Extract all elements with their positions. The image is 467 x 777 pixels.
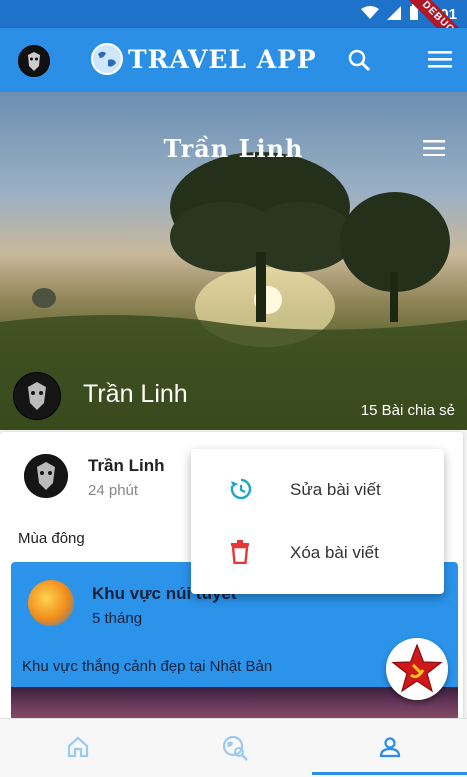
post-author[interactable]: Trần Linh: [88, 456, 165, 476]
post-options-menu: Sửa bài viết Xóa bài viết: [191, 449, 444, 594]
shared-post-time: 5 tháng: [92, 610, 143, 627]
cover-image: Trần Linh Trần Linh 15 Bài chia sẻ: [0, 92, 467, 430]
bottom-navigation: [0, 718, 467, 777]
shared-post-text: Khu vực thắng cảnh đẹp tại Nhật Bản: [22, 658, 273, 675]
post-count: 15 Bài chia sẻ: [360, 402, 455, 419]
signal-icon: [386, 5, 401, 24]
active-tab-indicator: [312, 772, 467, 775]
status-bar: 8:01 DEBUG: [0, 0, 467, 63]
app-bar: TRAVEL APP: [0, 28, 467, 92]
app-title: TRAVEL APP: [90, 42, 317, 76]
floating-action-button[interactable]: [386, 638, 448, 700]
edit-post-item[interactable]: Sửa bài viết: [191, 459, 444, 521]
star-badge-icon: [386, 638, 448, 700]
post-time: 24 phút: [88, 482, 139, 499]
profile-icon: [378, 735, 402, 763]
profile-name: Trần Linh: [83, 380, 188, 408]
home-icon: [66, 735, 90, 763]
profile-avatar[interactable]: [13, 372, 61, 420]
shared-post-image[interactable]: [11, 687, 458, 718]
menu-icon[interactable]: [428, 50, 452, 72]
shared-post-avatar[interactable]: [28, 580, 74, 626]
delete-post-item[interactable]: Xóa bài viết: [191, 522, 444, 584]
edit-post-label: Sửa bài viết: [290, 480, 381, 499]
explore-icon: [222, 735, 248, 765]
avatar[interactable]: [18, 45, 50, 77]
globe-icon: [90, 42, 124, 76]
post-text: Mùa đông: [18, 530, 85, 547]
tab-home[interactable]: [0, 719, 155, 777]
tab-explore[interactable]: [156, 719, 311, 777]
app-title-text: TRAVEL APP: [128, 44, 317, 74]
history-edit-icon: [229, 477, 253, 505]
wifi-icon: [360, 5, 379, 24]
tab-profile[interactable]: [312, 719, 467, 777]
post-author-avatar[interactable]: [24, 454, 68, 498]
delete-post-label: Xóa bài viết: [290, 543, 379, 562]
search-icon[interactable]: [347, 48, 371, 76]
cover-menu-icon[interactable]: [423, 140, 445, 160]
trash-icon: [229, 540, 251, 568]
cover-title: Trần Linh: [163, 134, 304, 163]
